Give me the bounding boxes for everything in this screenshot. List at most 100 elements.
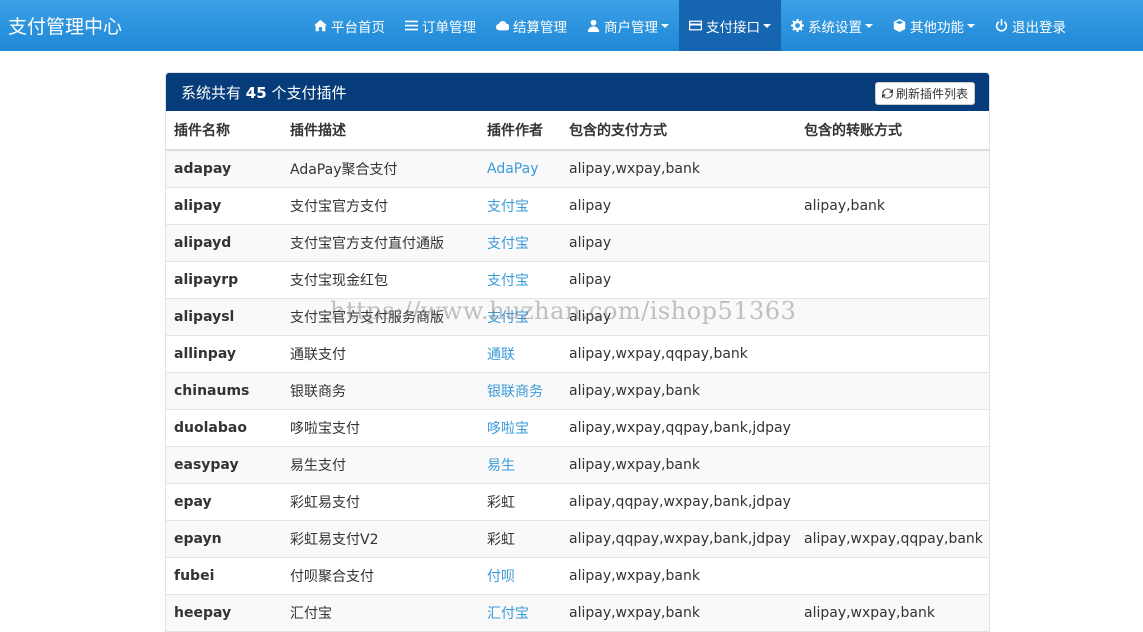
brand-title[interactable]: 支付管理中心 [8, 12, 122, 39]
plugin-author-link[interactable]: 支付宝 [487, 273, 529, 289]
panel-title-prefix: 系统共有 [181, 84, 242, 102]
plugin-transfer-methods-cell [796, 260, 989, 298]
nav-item-label: 系统设置 [808, 19, 862, 36]
caret-down-icon [865, 23, 873, 28]
plugin-name-cell: easypay [166, 445, 282, 483]
plugin-desc-cell: AdaPay聚合支付 [282, 149, 479, 187]
plugin-author-cell: 支付宝 [479, 260, 561, 298]
plugin-author-link[interactable]: AdaPay [487, 161, 538, 177]
plugin-desc-cell: 支付宝官方支付 [282, 186, 479, 224]
plugin-author-cell: 支付宝 [479, 297, 561, 335]
plugin-pay-methods-cell: alipay,qqpay,wxpay,bank,jdpay [561, 482, 796, 520]
plugin-count: 45 [245, 84, 267, 102]
nav-item-home[interactable]: 平台首页 [304, 0, 395, 51]
plugin-author-link[interactable]: 银联商务 [487, 384, 543, 400]
column-header-author: 插件作者 [479, 111, 561, 151]
nav-item-credit-card[interactable]: 支付接口 [679, 0, 781, 51]
plugin-desc-cell: 支付宝官方支付服务商版 [282, 297, 479, 335]
plugin-name-cell: allinpay [166, 334, 282, 372]
plugin-transfer-methods-cell [796, 334, 989, 372]
plugin-transfer-methods-cell [796, 482, 989, 520]
gear-icon [791, 19, 804, 32]
plugin-transfer-methods-cell [796, 371, 989, 409]
table-row: alipay 支付宝官方支付 支付宝 alipay alipay,bank [166, 186, 989, 224]
refresh-plugin-list-button[interactable]: 刷新插件列表 [874, 82, 975, 105]
table-row: chinaums 银联商务 银联商务 alipay,wxpay,bank [166, 371, 989, 409]
plugin-author-cell: 彩虹 [479, 519, 561, 557]
nav-item-label: 其他功能 [910, 19, 964, 36]
plugin-desc-cell: 支付宝现金红包 [282, 260, 479, 298]
column-header-name: 插件名称 [166, 111, 282, 151]
plugin-panel: 系统共有 45 个支付插件 刷新插件列表 插件名称 插件描述 插件作者 包含的支… [165, 72, 990, 632]
power-icon [995, 19, 1008, 32]
plugin-name-cell: alipaysl [166, 297, 282, 335]
plugin-author-link[interactable]: 哆啦宝 [487, 421, 529, 437]
panel-title: 系统共有 45 个支付插件 [181, 82, 346, 103]
plugin-author-link[interactable]: 汇付宝 [487, 606, 529, 622]
home-icon [314, 19, 327, 32]
table-row: easypay 易生支付 易生 alipay,wxpay,bank [166, 445, 989, 483]
plugin-desc-cell: 付呗聚合支付 [282, 556, 479, 594]
plugin-transfer-methods-cell [796, 556, 989, 594]
column-header-transfer: 包含的转账方式 [796, 111, 989, 151]
plugin-name-cell: duolabao [166, 408, 282, 446]
panel-title-suffix: 个支付插件 [271, 84, 347, 102]
nav-item-label: 退出登录 [1012, 19, 1066, 36]
plugin-name-cell: alipayrp [166, 260, 282, 298]
plugin-author-link[interactable]: 支付宝 [487, 310, 529, 326]
table-row: epayn 彩虹易支付V2 彩虹 alipay,qqpay,wxpay,bank,jd… [166, 519, 989, 557]
plugin-pay-methods-cell: alipay,qqpay,wxpay,bank,jdpay [561, 519, 796, 557]
cube-icon [893, 19, 906, 32]
plugin-name-cell: chinaums [166, 371, 282, 409]
plugin-transfer-methods-cell [796, 223, 989, 261]
plugin-name-cell: epay [166, 482, 282, 520]
table-row: epay 彩虹易支付 彩虹 alipay,qqpay,wxpay,bank,jdpay [166, 482, 989, 520]
plugin-pay-methods-cell: alipay,wxpay,bank [561, 371, 796, 409]
plugin-pay-methods-cell: alipay [561, 223, 796, 261]
plugin-name-cell: adapay [166, 149, 282, 187]
list-icon [405, 19, 418, 32]
panel-heading: 系统共有 45 个支付插件 刷新插件列表 [166, 73, 989, 111]
plugin-name-cell: heepay [166, 593, 282, 631]
nav-item-label: 支付接口 [706, 19, 760, 36]
plugin-author-link[interactable]: 支付宝 [487, 199, 529, 215]
table-row: allinpay 通联支付 通联 alipay,wxpay,qqpay,bank [166, 334, 989, 372]
plugin-author-cell: 哆啦宝 [479, 408, 561, 446]
table-row: duolabao 哆啦宝支付 哆啦宝 alipay,wxpay,qqpay,bank,… [166, 408, 989, 446]
plugin-author-cell: 易生 [479, 445, 561, 483]
table-row: fubei 付呗聚合支付 付呗 alipay,wxpay,bank [166, 556, 989, 594]
plugin-desc-cell: 汇付宝 [282, 593, 479, 631]
cloud-icon [496, 19, 509, 32]
plugin-author-link[interactable]: 付呗 [487, 569, 515, 585]
plugin-desc-cell: 支付宝官方支付直付通版 [282, 223, 479, 261]
user-icon [587, 19, 600, 32]
nav-item-power[interactable]: 退出登录 [985, 0, 1076, 51]
plugin-author-cell: 支付宝 [479, 223, 561, 261]
column-header-pay: 包含的支付方式 [561, 111, 796, 151]
plugin-author-link[interactable]: 通联 [487, 347, 515, 363]
table-row: heepay 汇付宝 汇付宝 alipay,wxpay,bank alipay,wxpa… [166, 593, 989, 631]
nav-item-cloud[interactable]: 结算管理 [486, 0, 577, 51]
plugin-author-cell: 汇付宝 [479, 593, 561, 631]
plugin-author-cell: 通联 [479, 334, 561, 372]
plugin-desc-cell: 哆啦宝支付 [282, 408, 479, 446]
table-row: alipayd 支付宝官方支付直付通版 支付宝 alipay [166, 223, 989, 261]
credit-card-icon [689, 19, 702, 32]
plugin-name-cell: alipay [166, 186, 282, 224]
nav-item-gear[interactable]: 系统设置 [781, 0, 883, 51]
plugin-pay-methods-cell: alipay,wxpay,bank [561, 593, 796, 631]
plugin-name-cell: fubei [166, 556, 282, 594]
plugin-author-link[interactable]: 易生 [487, 458, 515, 474]
nav-item-list[interactable]: 订单管理 [395, 0, 486, 51]
refresh-icon [881, 88, 893, 99]
plugin-pay-methods-cell: alipay,wxpay,bank [561, 445, 796, 483]
plugin-pay-methods-cell: alipay [561, 297, 796, 335]
nav-item-user[interactable]: 商户管理 [577, 0, 679, 51]
column-header-desc: 插件描述 [282, 111, 479, 151]
plugin-pay-methods-cell: alipay [561, 186, 796, 224]
plugin-author-link[interactable]: 支付宝 [487, 236, 529, 252]
plugin-transfer-methods-cell: alipay,bank [796, 186, 989, 224]
nav-item-cube[interactable]: 其他功能 [883, 0, 985, 51]
plugin-transfer-methods-cell: alipay,wxpay,qqpay,bank [796, 519, 989, 557]
refresh-button-label: 刷新插件列表 [895, 87, 968, 101]
